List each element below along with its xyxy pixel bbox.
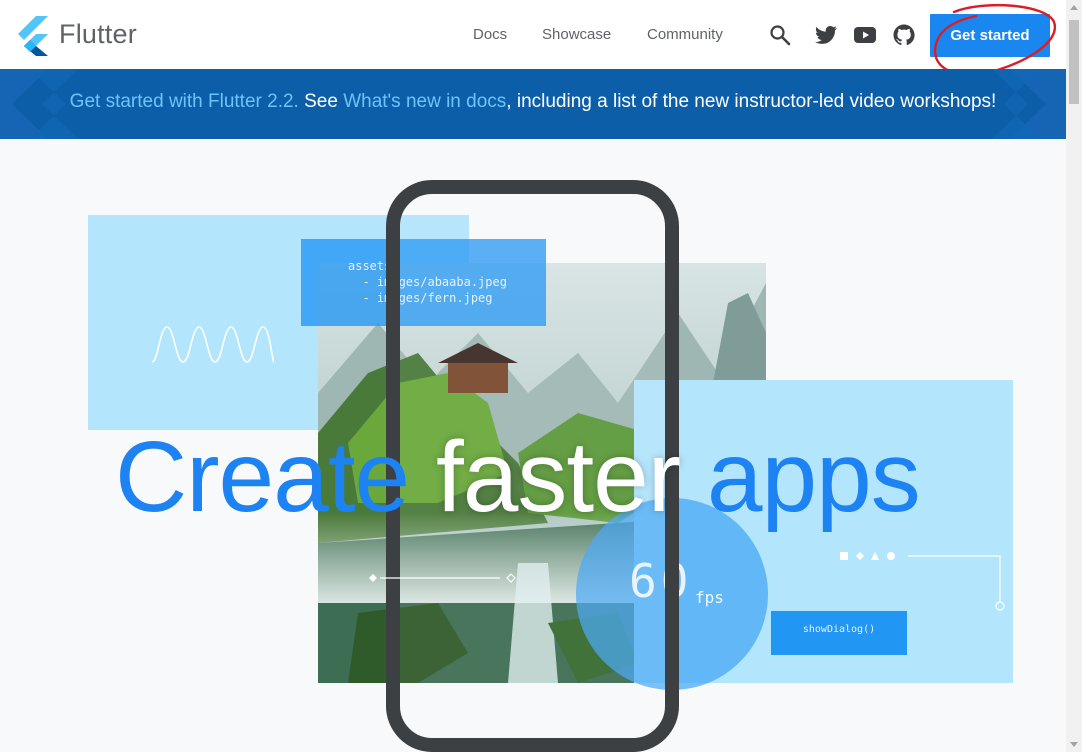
banner-text-rest: , including a list of the new instructor… <box>506 91 997 112</box>
top-nav-bar: Flutter Docs Showcase Community Get star… <box>0 0 1066 76</box>
banner-text-see: See <box>298 91 344 112</box>
headline-word-faster: faster <box>435 421 681 533</box>
brand-name[interactable]: Flutter <box>59 19 137 50</box>
hero-headline: Create faster apps <box>115 420 921 535</box>
nav-community-link[interactable]: Community <box>647 26 723 43</box>
whats-new-link[interactable]: What's new in docs <box>343 91 506 112</box>
nav-docs-link[interactable]: Docs <box>473 26 507 43</box>
get-started-button[interactable]: Get started <box>930 14 1050 57</box>
announcement-banner: Get started with Flutter 2.2. See What's… <box>0 69 1066 139</box>
scroll-up-arrow-icon[interactable] <box>1066 0 1082 16</box>
youtube-icon[interactable] <box>853 23 877 47</box>
banner-message: Get started with Flutter 2.2. See What's… <box>0 91 1066 113</box>
nav-showcase-link[interactable]: Showcase <box>542 26 611 43</box>
twitter-icon[interactable] <box>814 23 838 47</box>
fps-unit-label: fps <box>695 588 724 607</box>
flutter-logo-icon[interactable] <box>16 16 48 56</box>
page-scrollbar[interactable] <box>1066 0 1082 752</box>
headline-word-create: Create <box>115 421 410 533</box>
show-dialog-label: showDialog() <box>802 624 876 635</box>
headline-word-apps: apps <box>706 421 921 533</box>
shape-widgets-graphic <box>840 552 1005 611</box>
scrollbar-thumb[interactable] <box>1069 20 1079 104</box>
sine-wave-graphic <box>151 326 275 363</box>
scroll-down-arrow-icon[interactable] <box>1066 736 1082 752</box>
github-icon[interactable] <box>892 23 916 47</box>
search-icon[interactable] <box>768 23 792 47</box>
flutter-2-2-link[interactable]: Get started with Flutter 2.2. <box>70 91 299 112</box>
slider-widget-graphic <box>369 573 516 583</box>
